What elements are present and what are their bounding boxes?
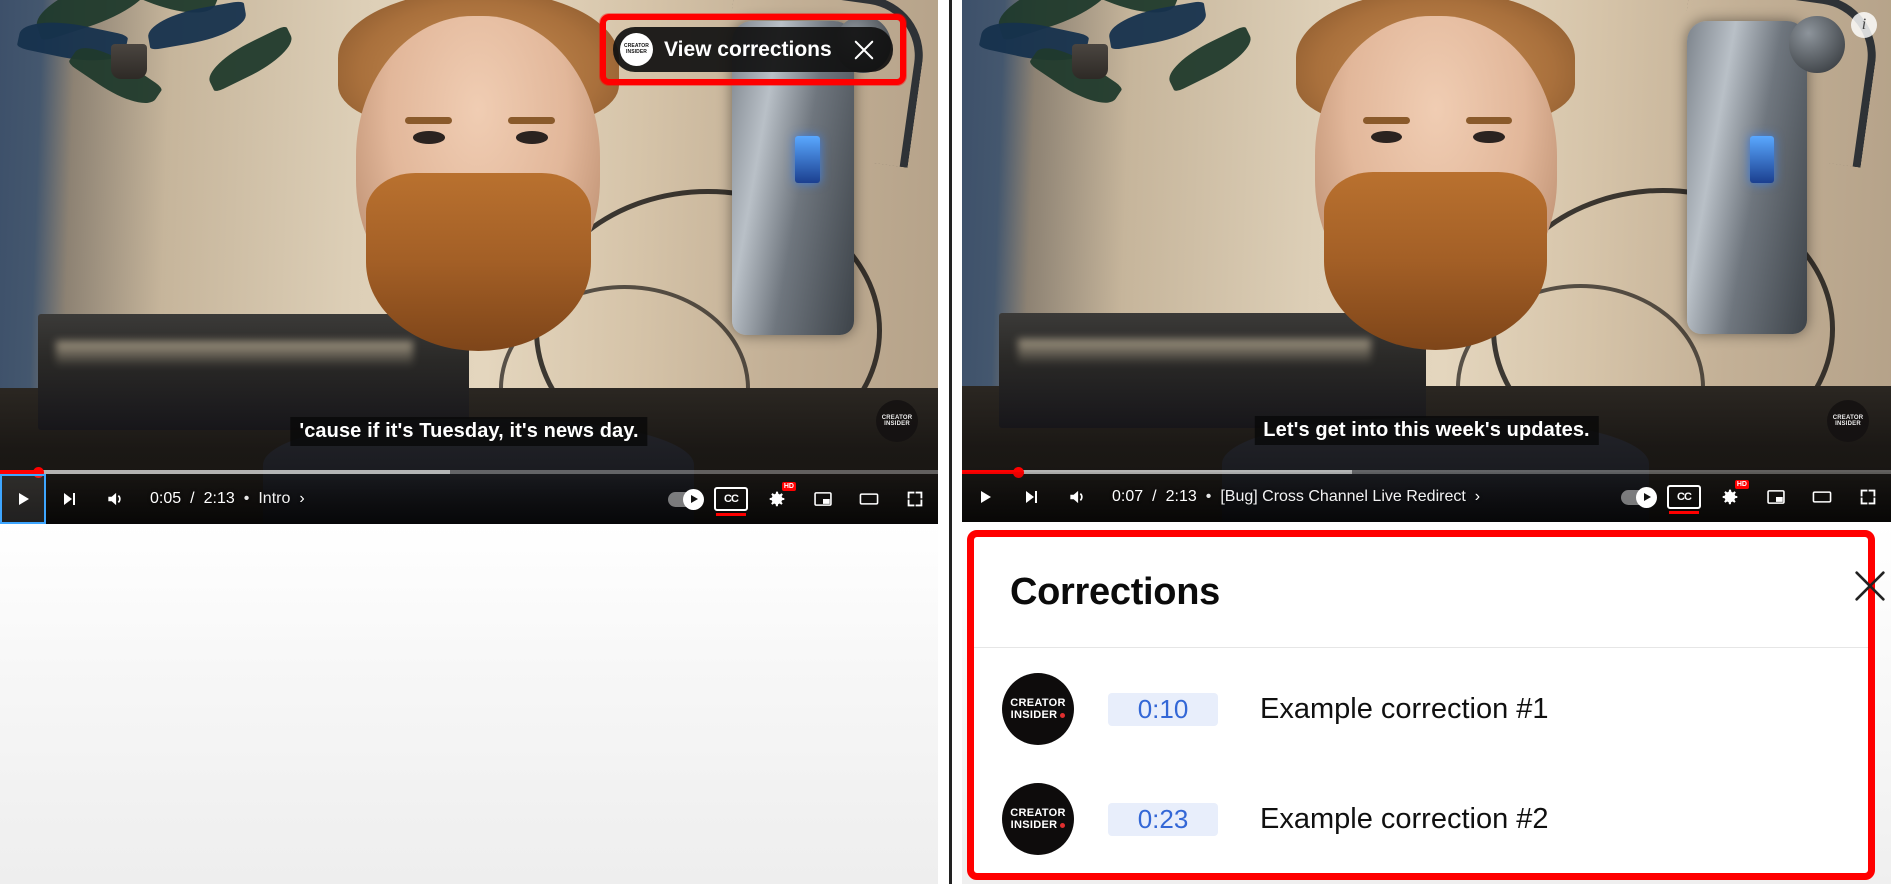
right-video-surface[interactable]: i Let's get into this week's updates. CR… xyxy=(962,0,1891,522)
corrections-panel-wrapper: Corrections CREATOR INSIDER 0:10 Example… xyxy=(962,530,1886,884)
chapter-title[interactable]: Intro xyxy=(258,490,290,508)
screenshot-root: 'cause if it's Tuesday, it's news day. C… xyxy=(0,0,1891,884)
play-button[interactable] xyxy=(962,472,1008,522)
time-and-chapter-display: 0:07 / 2:13 • [Bug] Cross Channel Live R… xyxy=(1112,488,1480,506)
miniplayer-button[interactable] xyxy=(1753,472,1799,522)
time-separator: / xyxy=(1152,488,1157,505)
view-corrections-label[interactable]: View corrections xyxy=(664,38,832,62)
closed-captions-button[interactable]: CC xyxy=(708,474,754,524)
monitor xyxy=(37,314,469,430)
total-duration: 2:13 xyxy=(1165,488,1197,505)
corrections-highlight-box xyxy=(967,530,1875,880)
close-icon[interactable] xyxy=(1844,560,1891,612)
cc-icon: CC xyxy=(714,487,748,511)
person-eye-right xyxy=(515,131,548,144)
left-below-player-area xyxy=(0,524,938,884)
theater-icon xyxy=(1812,491,1832,503)
info-icon[interactable]: i xyxy=(1851,12,1877,38)
gear-icon xyxy=(769,491,785,507)
player-controls-right: 0:07 / 2:13 • [Bug] Cross Channel Live R… xyxy=(962,472,1891,522)
close-icon[interactable] xyxy=(843,33,885,66)
theater-icon xyxy=(859,493,879,505)
left-video-panel: 'cause if it's Tuesday, it's news day. C… xyxy=(0,0,938,884)
video-caption: Let's get into this week's updates. xyxy=(1254,416,1599,445)
person-beard xyxy=(365,172,591,352)
settings-button[interactable]: HD xyxy=(754,474,800,524)
autoplay-toggle[interactable] xyxy=(1615,472,1661,522)
person-eyebrow-left xyxy=(1363,116,1410,124)
microphone-knob xyxy=(1788,15,1845,74)
microphone-led xyxy=(1749,135,1774,183)
chapter-title[interactable]: [Bug] Cross Channel Live Redirect xyxy=(1220,488,1465,506)
cc-active-underline xyxy=(716,513,746,516)
pill-channel-avatar: CREATOR INSIDER xyxy=(620,33,653,66)
total-duration: 2:13 xyxy=(203,490,235,507)
person-eye-left xyxy=(1370,130,1403,144)
left-video-surface[interactable]: 'cause if it's Tuesday, it's news day. C… xyxy=(0,0,938,524)
hd-quality-badge: HD xyxy=(781,482,796,491)
fullscreen-button[interactable] xyxy=(1845,472,1891,522)
current-time: 0:05 xyxy=(150,490,182,507)
chapter-separator-dot: • xyxy=(243,490,250,507)
autoplay-toggle[interactable] xyxy=(662,474,708,524)
plant-decor xyxy=(16,0,375,220)
person-eye-left xyxy=(412,131,445,144)
person-eye-right xyxy=(1472,130,1505,144)
gear-icon xyxy=(1722,489,1738,505)
miniplayer-icon xyxy=(1767,490,1785,504)
plant-pot xyxy=(1072,43,1108,79)
watermark-line-2: INSIDER xyxy=(1835,421,1861,427)
fullscreen-icon xyxy=(907,491,923,507)
fullscreen-icon xyxy=(1860,489,1876,505)
microphone xyxy=(1686,20,1808,335)
panel-divider-line xyxy=(949,0,952,884)
view-corrections-highlight-box: CREATOR INSIDER View corrections xyxy=(600,14,906,85)
settings-button[interactable]: HD xyxy=(1707,472,1753,522)
person-eyebrow-left xyxy=(405,117,453,125)
plant-pot xyxy=(111,44,148,80)
closed-captions-button[interactable]: CC xyxy=(1661,472,1707,522)
channel-watermark[interactable]: CREATOR INSIDER xyxy=(1827,400,1869,442)
time-and-chapter-display: 0:05 / 2:13 • Intro › xyxy=(150,490,305,508)
view-corrections-pill[interactable]: CREATOR INSIDER View corrections xyxy=(613,27,893,72)
watermark-line-2: INSIDER xyxy=(884,421,910,427)
player-controls-left: 0:05 / 2:13 • Intro › CC HD xyxy=(0,474,938,524)
monitor xyxy=(999,313,1427,429)
plant-decor xyxy=(978,0,1334,219)
theater-mode-button[interactable] xyxy=(1799,472,1845,522)
autoplay-toggle-knob xyxy=(683,488,704,510)
person-eyebrow-right xyxy=(508,117,556,125)
current-time: 0:07 xyxy=(1112,488,1144,505)
cc-active-underline xyxy=(1669,511,1699,514)
autoplay-toggle-track[interactable] xyxy=(1621,486,1657,508)
channel-watermark[interactable]: CREATOR INSIDER xyxy=(876,400,918,442)
play-button[interactable] xyxy=(0,474,46,524)
autoplay-toggle-knob xyxy=(1636,486,1657,508)
chapter-separator-dot: • xyxy=(1205,488,1212,505)
monitor-glow xyxy=(1017,339,1371,366)
chevron-right-icon[interactable]: › xyxy=(1475,488,1480,506)
cc-icon: CC xyxy=(1667,485,1701,509)
theater-mode-button[interactable] xyxy=(846,474,892,524)
person-beard xyxy=(1324,172,1548,350)
volume-button[interactable] xyxy=(1054,472,1100,522)
video-caption: 'cause if it's Tuesday, it's news day. xyxy=(290,417,648,446)
fullscreen-button[interactable] xyxy=(892,474,938,524)
monitor-glow xyxy=(56,340,413,367)
chevron-right-icon[interactable]: › xyxy=(299,490,304,508)
next-video-button[interactable] xyxy=(1008,472,1054,522)
person-eyebrow-right xyxy=(1465,116,1512,124)
hd-quality-badge: HD xyxy=(1734,480,1749,489)
pill-avatar-line-2: INSIDER xyxy=(626,48,647,55)
microphone-led xyxy=(795,136,820,184)
miniplayer-button[interactable] xyxy=(800,474,846,524)
volume-button[interactable] xyxy=(92,474,138,524)
autoplay-toggle-track[interactable] xyxy=(668,488,704,510)
time-separator: / xyxy=(190,490,195,507)
miniplayer-icon xyxy=(814,492,832,506)
next-video-button[interactable] xyxy=(46,474,92,524)
